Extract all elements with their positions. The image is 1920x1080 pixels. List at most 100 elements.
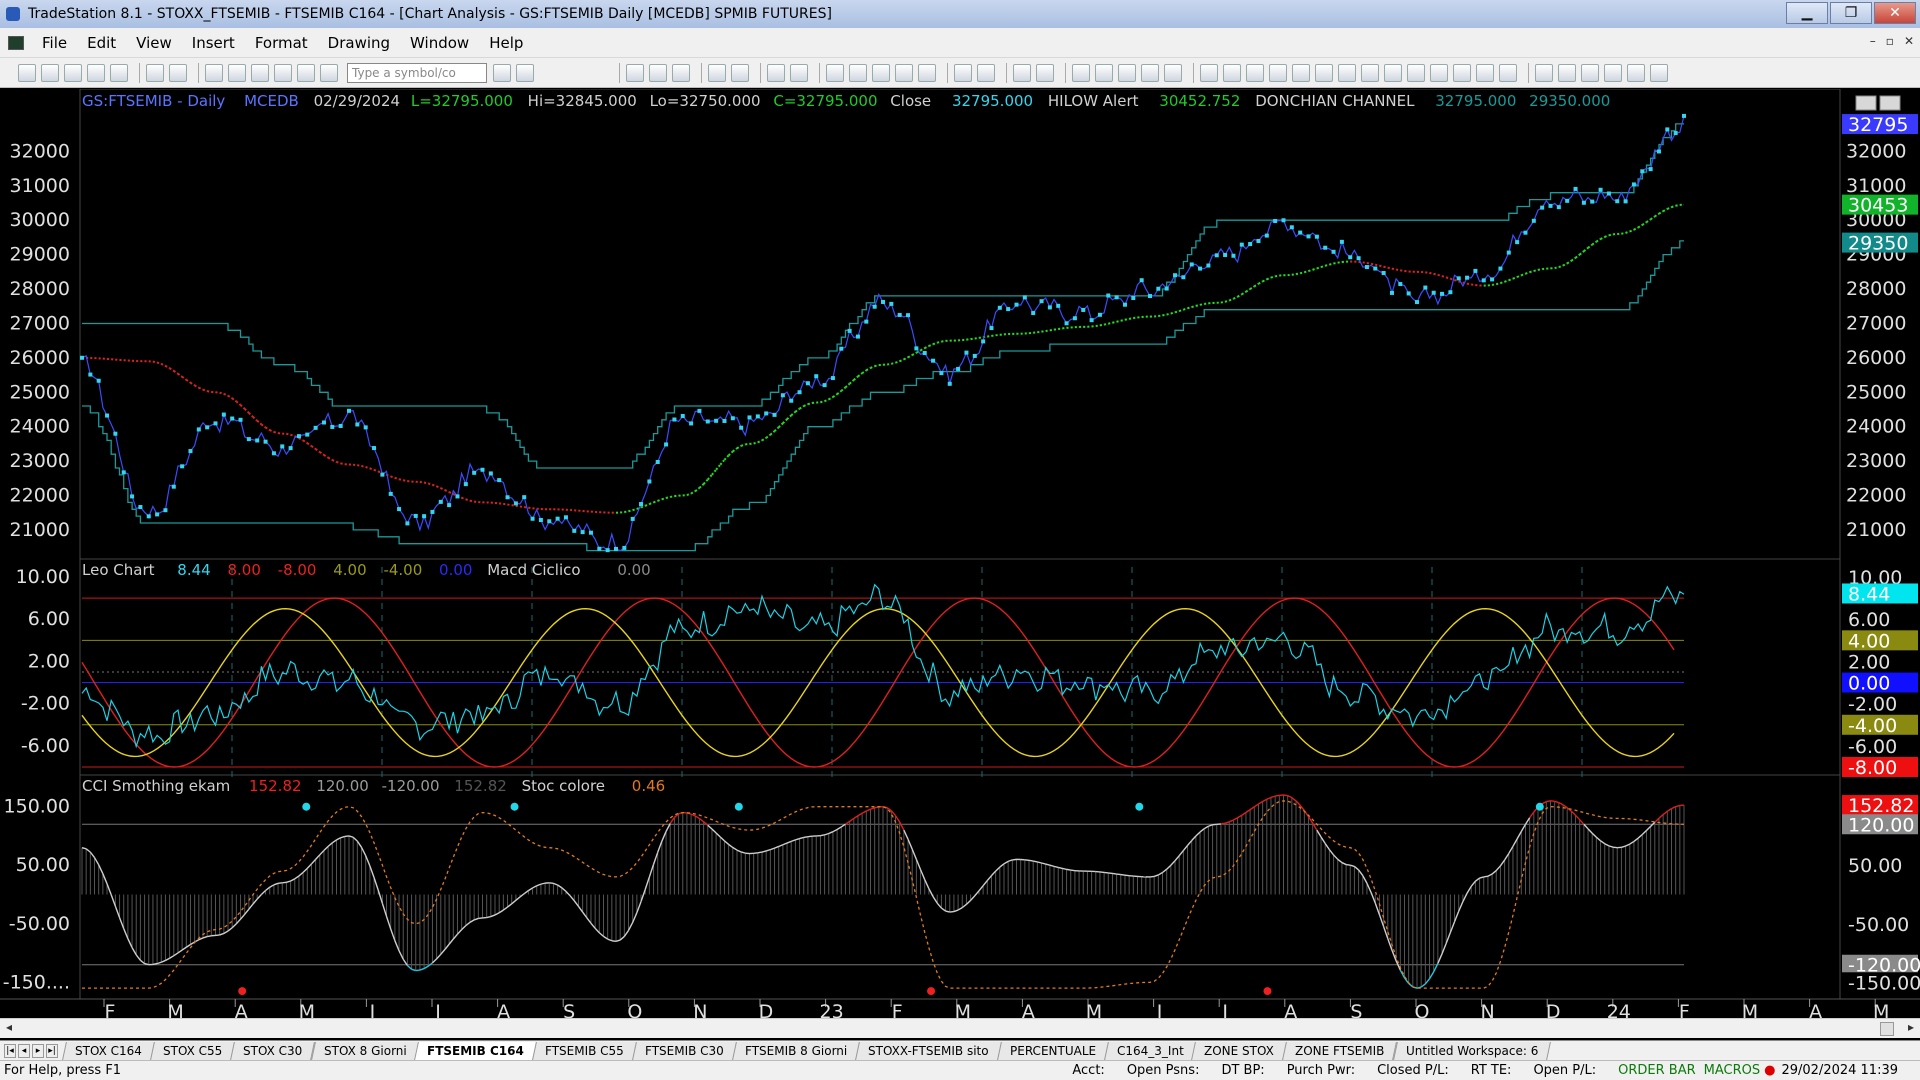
workspace-tab[interactable]: STOX C30 (230, 1041, 316, 1060)
macros-label[interactable]: MACROS (1704, 1063, 1760, 1078)
workspace-tab[interactable]: STOX C164 (62, 1041, 155, 1060)
chart-window-new-icon[interactable] (205, 63, 223, 82)
hour-icon[interactable] (872, 63, 890, 82)
fib-retracement-icon[interactable] (1384, 63, 1402, 82)
timeframe-icon[interactable] (826, 63, 844, 82)
optimize-icon[interactable] (1164, 63, 1182, 82)
workspace-tab[interactable]: FTSEMIB C55 (532, 1041, 637, 1060)
mdi-minimize-button[interactable]: – (1870, 34, 1876, 48)
rectangle-icon[interactable] (1627, 63, 1645, 82)
lock-icon[interactable] (274, 63, 292, 82)
minimize-button[interactable]: ▁ (1786, 2, 1828, 24)
workspace-tab[interactable]: FTSEMIB C164 (414, 1041, 538, 1060)
horizontal-scrollbar[interactable]: ◂ ▸ (0, 1018, 1920, 1038)
scale-icon[interactable] (790, 63, 808, 82)
zoom-in-icon[interactable] (1013, 63, 1031, 82)
menu-drawing[interactable]: Drawing (318, 34, 400, 52)
paste-icon[interactable] (87, 63, 105, 82)
workspace-tab[interactable]: STOX C55 (150, 1041, 236, 1060)
radarscreen-icon[interactable] (228, 63, 246, 82)
workspace-tab[interactable]: PERCENTUALE (996, 1041, 1109, 1060)
line-chart-icon[interactable] (731, 63, 749, 82)
open-icon[interactable] (41, 63, 59, 82)
symbol-lookup-icon[interactable] (516, 63, 534, 82)
chart-analysis-window[interactable]: GS:FTSEMIB - Daily MCEDB 02/29/2024 L=32… (0, 88, 1920, 1026)
ellipse-icon[interactable] (1604, 63, 1622, 82)
expand-icon[interactable] (977, 63, 995, 82)
menu-help[interactable]: Help (479, 34, 533, 52)
chart-canvas[interactable]: GS:FTSEMIB - Daily MCEDB 02/29/2024 L=32… (0, 88, 1920, 1026)
week-icon[interactable] (918, 63, 936, 82)
gann-icon[interactable] (1292, 63, 1310, 82)
delete-icon[interactable] (110, 63, 128, 82)
trendline-icon[interactable] (1200, 63, 1218, 82)
workspace-tab[interactable]: STOX 8 Giorni (310, 1041, 420, 1060)
order-bar-label[interactable]: ORDER BAR (1618, 1063, 1696, 1078)
regression-icon[interactable] (1338, 63, 1356, 82)
scroll-thumb[interactable] (1880, 1022, 1894, 1036)
menu-file[interactable]: File (32, 34, 77, 52)
scroll-left-icon[interactable]: ◂ (6, 1020, 12, 1034)
menu-format[interactable]: Format (245, 34, 318, 52)
next-tab-icon[interactable]: ▸ (32, 1043, 44, 1058)
chart-window-icon[interactable] (8, 35, 24, 50)
play-icon[interactable] (493, 63, 511, 82)
scroll-right-icon[interactable]: ▸ (1908, 1020, 1914, 1034)
flag-icon[interactable] (1095, 63, 1113, 82)
chart-max-button[interactable] (1879, 95, 1901, 111)
channel-icon[interactable] (1407, 63, 1425, 82)
data-window-icon[interactable] (767, 63, 785, 82)
menu-insert[interactable]: Insert (182, 34, 245, 52)
strategy-icon[interactable] (297, 63, 315, 82)
last-tab-icon[interactable]: ▸| (46, 1043, 58, 1058)
andrews-pitchfork-icon[interactable] (1315, 63, 1333, 82)
matrix-icon[interactable] (251, 63, 269, 82)
text-icon[interactable] (1650, 63, 1668, 82)
format-window-icon[interactable] (626, 63, 644, 82)
workspace-tab[interactable]: C164_3_Int (1103, 1041, 1197, 1060)
maximize-button[interactable]: ❐ (1830, 2, 1872, 24)
menu-edit[interactable]: Edit (77, 34, 126, 52)
chart-min-button[interactable] (1855, 95, 1877, 111)
alert-icon[interactable] (1141, 63, 1159, 82)
close-button[interactable]: ✕ (1874, 2, 1916, 24)
curve-icon[interactable] (1535, 63, 1553, 82)
first-tab-icon[interactable]: |◂ (4, 1043, 16, 1058)
compress-icon[interactable] (954, 63, 972, 82)
pointer-icon[interactable] (1072, 63, 1090, 82)
print-icon[interactable] (169, 63, 187, 82)
mdi-restore-button[interactable]: ▫ (1886, 34, 1894, 48)
menu-view[interactable]: View (126, 34, 182, 52)
workspace-tab[interactable]: STOXX-FTSEMIB sito (855, 1041, 1002, 1060)
tools-icon[interactable] (1118, 63, 1136, 82)
workspace-tab[interactable]: ZONE STOX (1191, 1041, 1288, 1060)
horizontal-arrow-icon[interactable] (1430, 63, 1448, 82)
pencil-icon[interactable] (1499, 63, 1517, 82)
bar-chart-icon[interactable] (708, 63, 726, 82)
symbol-input[interactable]: Type a symbol/co (347, 62, 487, 83)
arc-icon[interactable] (1476, 63, 1494, 82)
up-arrow-icon[interactable] (1581, 63, 1599, 82)
news-icon[interactable] (320, 63, 338, 82)
copy-icon[interactable] (64, 63, 82, 82)
workspace-tab[interactable]: ZONE FTSEMIB (1282, 1041, 1398, 1060)
workspace-tab[interactable]: Untitled Workspace: 6 (1392, 1041, 1552, 1060)
workspace-tab[interactable]: FTSEMIB C30 (632, 1041, 737, 1060)
day-icon[interactable] (895, 63, 913, 82)
prev-tab-icon[interactable]: ◂ (18, 1043, 30, 1058)
mdi-close-button[interactable]: ✕ (1904, 34, 1914, 48)
minute-icon[interactable] (849, 63, 867, 82)
vertical-lines-icon[interactable] (1223, 63, 1241, 82)
parallel-lines-icon[interactable] (1453, 63, 1471, 82)
new-icon[interactable] (18, 63, 36, 82)
menu-window[interactable]: Window (400, 34, 479, 52)
print-preview-icon[interactable] (146, 63, 164, 82)
zoom-out-icon[interactable] (1036, 63, 1054, 82)
format-symbol-icon[interactable] (649, 63, 667, 82)
fibonacci-icon[interactable] (1269, 63, 1287, 82)
horizontal-lines-icon[interactable] (1246, 63, 1264, 82)
speed-lines-icon[interactable] (1361, 63, 1379, 82)
insert-indicator-icon[interactable] (672, 63, 690, 82)
down-arrow-icon[interactable] (1558, 63, 1576, 82)
workspace-tab[interactable]: FTSEMIB 8 Giorni (731, 1041, 860, 1060)
